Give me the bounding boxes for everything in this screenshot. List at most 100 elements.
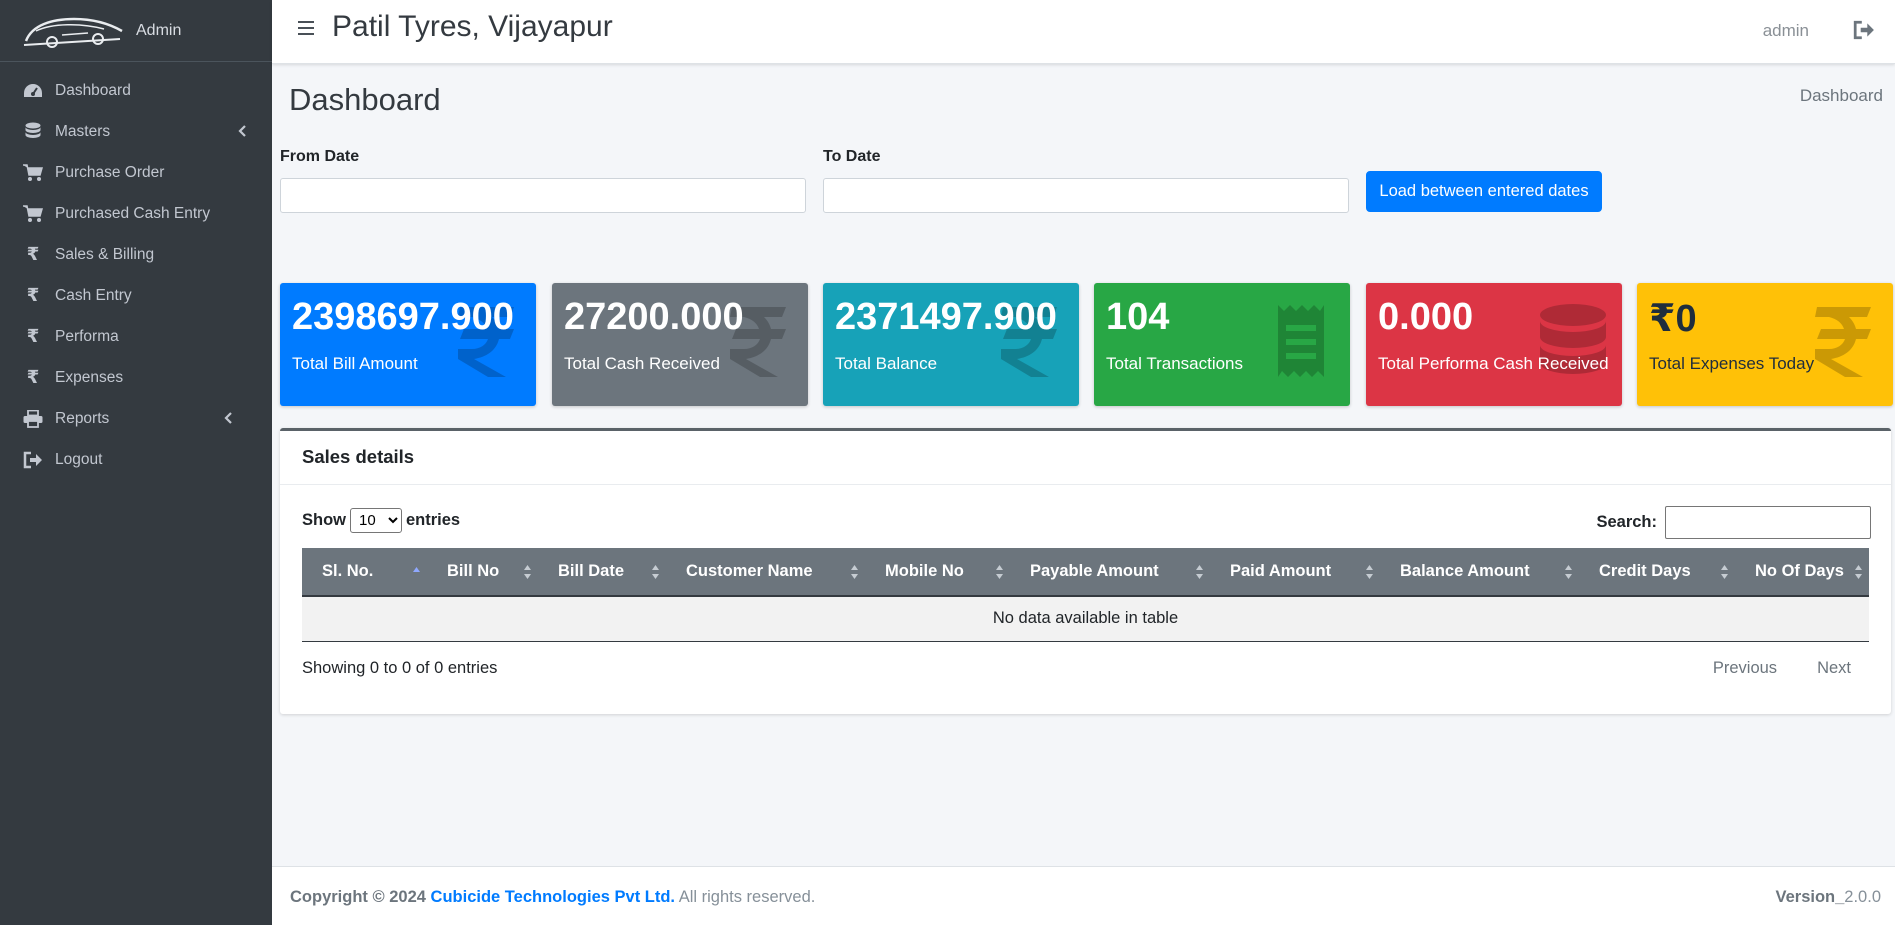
sidebar-item-dashboard[interactable]: Dashboard — [0, 70, 272, 111]
rupee-icon: ₹ — [26, 285, 40, 305]
sidebar-item-label: Masters — [55, 122, 111, 140]
previous-page-button[interactable]: Previous — [1713, 659, 1777, 678]
cart-icon — [22, 163, 44, 183]
search-input[interactable] — [1665, 506, 1871, 539]
hamburger-menu-icon[interactable] — [298, 21, 314, 37]
entries-label: entries — [406, 511, 461, 529]
column-label: Sl. No. — [322, 562, 374, 580]
rupee-icon: ₹ — [26, 367, 40, 387]
empty-table-message: No data available in table — [302, 596, 1869, 642]
sort-icon — [851, 565, 858, 579]
sidebar-item-reports[interactable]: Reports — [0, 398, 272, 439]
user-name[interactable]: admin — [1763, 21, 1809, 41]
column-header-bill-date[interactable]: Bill Date — [538, 548, 666, 597]
print-icon — [22, 409, 44, 429]
sort-icon — [652, 565, 659, 579]
sign-out-icon[interactable] — [1853, 20, 1875, 40]
next-page-button[interactable]: Next — [1817, 659, 1851, 678]
sidebar-item-label: Expenses — [55, 368, 124, 386]
load-between-dates-button[interactable]: Load between entered dates — [1366, 171, 1602, 212]
sidebar-item-expenses[interactable]: ₹ Expenses — [0, 357, 272, 398]
stat-total-balance: 2371497.900 Total Balance — [823, 283, 1079, 406]
sidebar-item-label: Purchased Cash Entry — [55, 204, 211, 222]
stat-total-performa-cash-received: 0.000 Total Performa Cash Received — [1366, 283, 1622, 406]
footer-version: Version_2.0.0 — [1776, 888, 1882, 907]
sort-icon — [1855, 565, 1862, 579]
from-date-label: From Date — [280, 148, 360, 165]
stat-total-expenses-today: ₹0 Total Expenses Today — [1637, 283, 1893, 406]
stat-label: Total Bill Amount — [292, 354, 418, 373]
sidebar-item-purchase-order[interactable]: Purchase Order — [0, 152, 272, 193]
stat-value: 104 — [1106, 296, 1170, 338]
stat-value: ₹0 — [1649, 298, 1697, 340]
breadcrumb[interactable]: Dashboard — [1800, 86, 1883, 106]
footer-copyright: Copyright © 2024 Cubicide Technologies P… — [290, 888, 815, 907]
stat-value: 2398697.900 — [292, 296, 514, 338]
sidebar-item-label: Dashboard — [55, 81, 131, 99]
rupee-icon: ₹ — [26, 326, 40, 346]
footer: Copyright © 2024 Cubicide Technologies P… — [272, 866, 1895, 925]
to-date-label: To Date — [823, 148, 881, 165]
copyright-text: Copyright © 2024 — [290, 888, 426, 906]
stat-value: 0.000 — [1378, 296, 1474, 338]
sidebar-item-label: Sales & Billing — [55, 245, 155, 263]
column-label: Paid Amount — [1230, 562, 1332, 580]
sidebar-item-label: Purchase Order — [55, 163, 165, 181]
tachometer-icon — [22, 81, 44, 101]
column-header-mobile-no[interactable]: Mobile No — [865, 548, 1010, 597]
sidebar-item-performa[interactable]: ₹ Performa — [0, 316, 272, 357]
version-number: 2.0.0 — [1844, 888, 1881, 906]
table-info: Showing 0 to 0 of 0 entries — [302, 659, 498, 677]
car-logo-icon — [23, 17, 123, 48]
sales-details-card: Sales details Show 10 entries Search: Sl… — [280, 428, 1891, 714]
stat-label: Total Performa Cash Received — [1378, 354, 1609, 373]
sort-icon — [1366, 565, 1373, 579]
column-header-no-of-days[interactable]: No Of Days — [1735, 548, 1869, 597]
column-header-paid-amount[interactable]: Paid Amount — [1210, 548, 1380, 597]
chevron-left-icon — [238, 125, 246, 137]
stat-label: Total Transactions — [1106, 354, 1244, 373]
cart-icon — [22, 204, 44, 224]
sign-out-icon — [22, 450, 44, 470]
sidebar-item-label: Performa — [55, 327, 119, 345]
column-header-payable-amount[interactable]: Payable Amount — [1010, 548, 1210, 597]
column-header-sl-no[interactable]: Sl. No. — [302, 548, 427, 597]
sidebar-item-label: Logout — [55, 450, 103, 468]
column-label: Customer Name — [686, 562, 813, 580]
column-label: Mobile No — [885, 562, 964, 580]
receipt-icon — [1278, 305, 1324, 377]
sort-icon — [1196, 565, 1203, 579]
show-label: Show — [302, 511, 346, 529]
sort-icon — [1565, 565, 1572, 579]
stat-label: Total Cash Received — [564, 354, 720, 373]
sidebar-item-logout[interactable]: Logout — [0, 439, 272, 480]
page-length-select[interactable]: 10 — [350, 508, 402, 533]
from-date-input[interactable] — [280, 178, 806, 213]
sort-icon — [524, 565, 531, 579]
column-header-customer-name[interactable]: Customer Name — [666, 548, 865, 597]
column-label: Bill No — [447, 562, 500, 580]
column-label: Credit Days — [1599, 562, 1691, 580]
stat-total-transactions: 104 Total Transactions — [1094, 283, 1350, 406]
sidebar-item-purchased-cash-entry[interactable]: Purchased Cash Entry — [0, 193, 272, 234]
column-header-credit-days[interactable]: Credit Days — [1579, 548, 1735, 597]
sort-asc-icon — [413, 567, 420, 572]
version-label: Version_ — [1775, 888, 1845, 906]
column-header-bill-no[interactable]: Bill No — [427, 548, 538, 597]
sidebar-item-cash-entry[interactable]: ₹ Cash Entry — [0, 275, 272, 316]
sidebar-nav: Dashboard Masters Purchase Order Purchas… — [0, 62, 272, 480]
card-divider — [280, 484, 1891, 485]
chevron-left-icon — [224, 412, 232, 424]
sidebar-item-sales-billing[interactable]: ₹ Sales & Billing — [0, 234, 272, 275]
search-label: Search: — [1596, 513, 1657, 531]
sidebar-item-masters[interactable]: Masters — [0, 111, 272, 152]
page-length-control: Show 10 entries — [302, 508, 460, 533]
column-label: Payable Amount — [1030, 562, 1159, 580]
column-header-balance-amount[interactable]: Balance Amount — [1380, 548, 1579, 597]
column-label: Bill Date — [558, 562, 625, 580]
brand[interactable]: Admin — [0, 0, 272, 62]
app-title: Patil Tyres, Vijayapur — [332, 10, 613, 43]
company-link[interactable]: Cubicide Technologies Pvt Ltd. — [431, 888, 675, 906]
table-header-row: Sl. No. Bill No Bill Date Customer Name … — [302, 548, 1869, 597]
to-date-input[interactable] — [823, 178, 1349, 213]
